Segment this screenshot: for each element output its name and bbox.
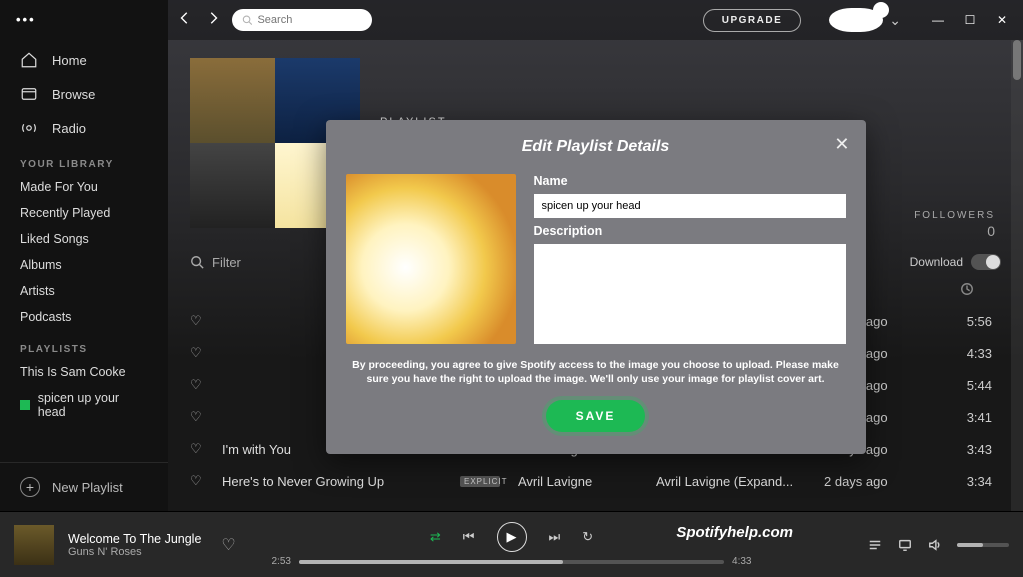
user-menu-button[interactable] xyxy=(829,8,883,32)
search-field[interactable] xyxy=(232,9,372,31)
search-input[interactable] xyxy=(257,14,362,26)
edit-playlist-modal: ✕ Edit Playlist Details Name Description… xyxy=(326,120,866,454)
queue-button[interactable] xyxy=(867,538,883,552)
nav-back-button[interactable] xyxy=(178,11,192,30)
lib-artists[interactable]: Artists xyxy=(0,278,168,304)
nav-radio[interactable]: Radio xyxy=(0,111,168,145)
main-content: PLAYLIST FOLLOWERS 0 Filter Download xyxy=(168,0,1023,511)
player-bar: Welcome To The Jungle Guns N' Roses ♡ ⇄ … xyxy=(0,511,1023,577)
lib-recently-played[interactable]: Recently Played xyxy=(0,200,168,226)
description-input[interactable] xyxy=(534,244,846,344)
nav-home[interactable]: Home xyxy=(0,43,168,77)
browse-icon xyxy=(20,85,38,103)
playlist-item-active[interactable]: spicen up your head xyxy=(0,385,168,425)
home-icon xyxy=(20,51,38,69)
previous-button[interactable]: ⏮ xyxy=(463,529,475,545)
repeat-button[interactable]: ↻ xyxy=(582,529,593,545)
watermark: Spotifyhelp.com xyxy=(676,524,793,541)
position-label: 2:53 xyxy=(272,556,291,567)
nav-label: Radio xyxy=(52,121,86,136)
modal-title: Edit Playlist Details xyxy=(346,138,846,156)
search-icon xyxy=(242,14,252,26)
modal-disclaimer: By proceeding, you agree to give Spotify… xyxy=(346,358,846,386)
duration-label: 4:33 xyxy=(732,556,751,567)
new-playlist-button[interactable]: + New Playlist xyxy=(0,462,168,511)
nav-label: Home xyxy=(52,53,87,68)
nav-forward-button[interactable] xyxy=(206,11,220,30)
plus-icon: + xyxy=(20,477,40,497)
playlists-header: PLAYLISTS xyxy=(0,330,168,359)
close-button[interactable]: ✕ xyxy=(834,134,849,155)
description-label: Description xyxy=(534,224,846,238)
play-button[interactable]: ▶ xyxy=(497,522,527,552)
modal-overlay: ✕ Edit Playlist Details Name Description… xyxy=(168,40,1023,511)
now-playing-title[interactable]: Welcome To The Jungle xyxy=(68,532,201,546)
now-playing-artist[interactable]: Guns N' Roses xyxy=(68,546,201,558)
volume-slider[interactable] xyxy=(957,543,1009,547)
now-playing-cover[interactable] xyxy=(14,525,54,565)
volume-icon[interactable] xyxy=(927,538,943,552)
nav-browse[interactable]: Browse xyxy=(0,77,168,111)
window-maximize-button[interactable]: ☐ xyxy=(963,13,977,27)
new-playlist-label: New Playlist xyxy=(52,480,123,495)
library-header: YOUR LIBRARY xyxy=(0,145,168,174)
lib-albums[interactable]: Albums xyxy=(0,252,168,278)
next-button[interactable]: ⏭ xyxy=(549,529,561,545)
sidebar: ••• Home Browse Radio YOUR LIBRARY Made … xyxy=(0,0,168,511)
like-button[interactable]: ♡ xyxy=(221,535,235,555)
upgrade-button[interactable]: UPGRADE xyxy=(703,9,802,32)
radio-icon xyxy=(20,119,38,137)
window-minimize-button[interactable]: — xyxy=(931,13,945,27)
topbar: UPGRADE ⌄ — ☐ ✕ xyxy=(168,0,1023,40)
shuffle-button[interactable]: ⇄ xyxy=(430,529,441,545)
window-close-button[interactable]: ✕ xyxy=(995,13,1009,27)
nav-label: Browse xyxy=(52,87,95,102)
playlist-item[interactable]: This Is Sam Cooke xyxy=(0,359,168,385)
chevron-down-icon[interactable]: ⌄ xyxy=(889,12,901,29)
devices-button[interactable] xyxy=(897,538,913,552)
lib-podcasts[interactable]: Podcasts xyxy=(0,304,168,330)
save-button[interactable]: SAVE xyxy=(546,400,646,432)
playlist-image-picker[interactable] xyxy=(346,174,516,344)
name-input[interactable] xyxy=(534,194,846,218)
app-menu-button[interactable]: ••• xyxy=(0,10,168,43)
lib-liked-songs[interactable]: Liked Songs xyxy=(0,226,168,252)
lib-made-for-you[interactable]: Made For You xyxy=(0,174,168,200)
name-label: Name xyxy=(534,174,846,188)
progress-bar[interactable] xyxy=(299,560,724,564)
